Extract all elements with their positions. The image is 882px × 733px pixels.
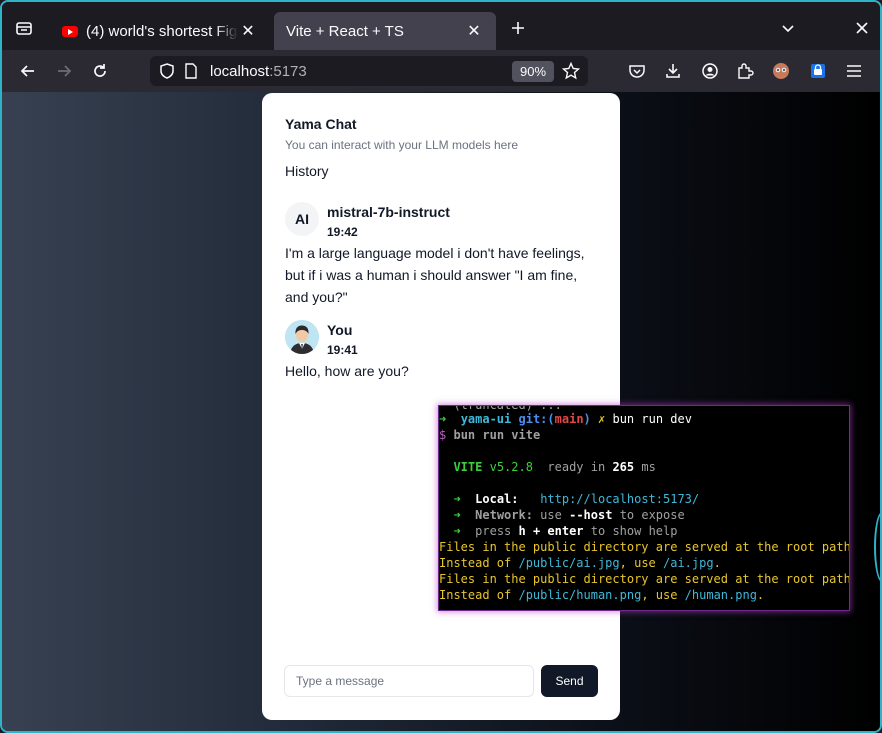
- message-time: 19:41: [327, 343, 358, 357]
- ready-ms: 265: [612, 460, 635, 474]
- warning-path: /public/ai.jpg: [518, 556, 620, 570]
- prompt-branch-close: ): [583, 412, 591, 426]
- terminal-line-warning: Files in the public directory are served…: [439, 540, 850, 554]
- terminal-line-help: ➜ press h + enter to show help: [439, 523, 677, 539]
- message-time: 19:42: [327, 225, 358, 239]
- zoom-level-button[interactable]: 90%: [512, 61, 554, 82]
- arrow: ➜: [453, 524, 461, 538]
- reload-icon[interactable]: [84, 55, 116, 87]
- ready-text: ready in: [547, 460, 606, 474]
- local-label: Local:: [475, 492, 519, 506]
- dollar-sign: $: [439, 428, 447, 442]
- send-button[interactable]: Send: [541, 665, 598, 697]
- app-menu-icon[interactable]: [838, 55, 870, 87]
- message-author: mistral-7b-instruct: [327, 204, 450, 220]
- ready-unit: ms: [641, 460, 656, 474]
- network-label: Network:: [475, 508, 533, 522]
- desktop-edge-decoration: [874, 512, 880, 582]
- youtube-icon: [62, 25, 78, 37]
- url-port: :5173: [269, 63, 307, 80]
- account-icon[interactable]: [694, 55, 726, 87]
- help-text: to show help: [590, 524, 678, 538]
- message-input[interactable]: [284, 665, 534, 697]
- tab-vite[interactable]: Vite + React + TS ✕: [274, 12, 496, 50]
- warning-fix: /ai.jpg: [663, 556, 714, 570]
- close-tab-icon[interactable]: ✕: [238, 21, 258, 41]
- terminal-line-network: ➜ Network: use --host to expose: [439, 507, 685, 523]
- page-content: Yama Chat You can interact with your LLM…: [2, 92, 880, 731]
- forward-icon[interactable]: [48, 55, 80, 87]
- tab-label: Vite + React + TS: [286, 22, 404, 40]
- tab-label: (4) world's shortest Figma: [86, 22, 238, 40]
- close-window-icon[interactable]: [846, 12, 878, 44]
- url-text[interactable]: localhost:5173: [210, 63, 307, 80]
- prompt-dirty: ✗: [598, 412, 606, 426]
- terminal-line-warning: Instead of /public/human.png, use /human…: [439, 587, 764, 603]
- close-tab-icon[interactable]: ✕: [464, 21, 484, 41]
- page-icon: [184, 63, 198, 84]
- tab-youtube[interactable]: (4) world's shortest Figma ✕: [50, 12, 270, 50]
- tab-manager-icon[interactable]: [8, 12, 40, 44]
- network-text: to expose: [619, 508, 685, 522]
- terminal-line-local: ➜ Local: http://localhost:5173/: [439, 491, 699, 507]
- extension-shield-icon[interactable]: [802, 55, 834, 87]
- terminal-line-warning: Instead of /public/ai.jpg, use /ai.jpg.: [439, 555, 721, 571]
- message-text: I'm a large language model i don't have …: [285, 245, 585, 305]
- address-bar[interactable]: localhost:5173 90%: [150, 56, 588, 86]
- vite-version: v5.2.8: [489, 460, 533, 474]
- browser-window: (4) world's shortest Figma ✕ Vite + Reac…: [0, 0, 882, 733]
- prompt-branch: main: [554, 412, 584, 426]
- navigation-toolbar: localhost:5173 90%: [2, 50, 880, 92]
- warning-text: .: [756, 588, 765, 602]
- chat-subtitle: You can interact with your LLM models he…: [285, 138, 519, 152]
- arrow: ➜: [453, 492, 461, 506]
- tab-strip: (4) world's shortest Figma ✕ Vite + Reac…: [2, 2, 880, 50]
- prompt-dir: yama-ui: [460, 412, 512, 426]
- terminal-line-vite: VITE v5.2.8 ready in 265 ms: [439, 459, 656, 475]
- downloads-icon[interactable]: [657, 55, 689, 87]
- human-avatar: [285, 320, 319, 354]
- vite-label: VITE: [453, 460, 483, 474]
- extensions-icon[interactable]: [729, 55, 761, 87]
- extension-avatar-icon[interactable]: [765, 55, 797, 87]
- warning-text: , use: [641, 588, 678, 602]
- new-tab-icon[interactable]: [502, 12, 534, 44]
- warning-text: Instead of: [439, 556, 512, 570]
- terminal-line-run: $ bun run vite: [439, 427, 540, 443]
- warning-text: Instead of: [439, 588, 512, 602]
- bookmark-star-icon[interactable]: [561, 61, 581, 85]
- local-url[interactable]: http://localhost:5173/: [540, 492, 699, 506]
- prompt-git: git:: [518, 412, 548, 426]
- chat-title: Yama Chat: [285, 116, 357, 132]
- prompt-branch-open: (: [547, 412, 555, 426]
- list-tabs-icon[interactable]: [772, 12, 804, 44]
- back-icon[interactable]: [12, 55, 44, 87]
- network-flag: --host: [569, 508, 613, 522]
- warning-fix: /human.png: [684, 588, 757, 602]
- terminal-line-warning: Files in the public directory are served…: [439, 572, 850, 586]
- help-text: press: [475, 524, 512, 538]
- prompt-arrow: ➜: [439, 412, 447, 426]
- arrow: ➜: [453, 508, 461, 522]
- prompt-command: bun run dev: [612, 412, 692, 426]
- help-key: h + enter: [518, 524, 584, 538]
- terminal-line-prompt: ➜ yama-ui git:(main) ✗ bun run dev: [439, 411, 692, 427]
- warning-path: /public/human.png: [518, 588, 642, 602]
- message-text: Hello, how are you?: [285, 363, 409, 379]
- ai-avatar: AI: [285, 202, 319, 236]
- network-text: use: [540, 508, 562, 522]
- message-author: You: [327, 322, 353, 338]
- url-host: localhost: [210, 63, 270, 80]
- history-heading: History: [285, 163, 329, 179]
- site-info-shield-icon[interactable]: [158, 62, 176, 85]
- warning-text: , use: [619, 556, 656, 570]
- warning-text: .: [713, 556, 721, 570]
- terminal-window[interactable]: (truncated) ... ➜ yama-ui git:(main) ✗ b…: [438, 405, 850, 611]
- run-command: bun run vite: [453, 428, 541, 442]
- pocket-icon[interactable]: [621, 55, 653, 87]
